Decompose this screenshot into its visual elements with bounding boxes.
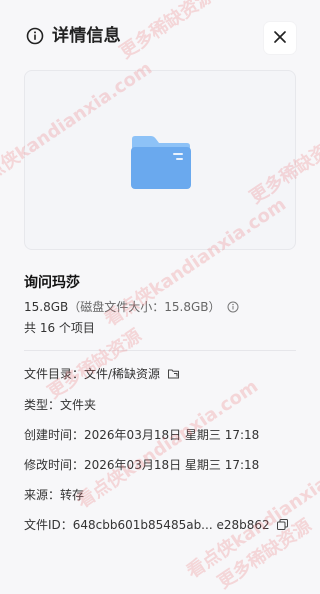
created-value: 2026年03月18日 星期三 17:18 (84, 428, 260, 442)
item-name: 询问玛莎 (24, 275, 80, 291)
open-location-icon[interactable] (166, 367, 180, 381)
directory-row: 文件目录： 文件/稀缺资源 (24, 365, 180, 382)
fileid-label: 文件ID： (24, 518, 73, 532)
type-value: 文件夹 (60, 398, 97, 412)
source-value: 转存 (60, 488, 85, 502)
created-label: 创建时间： (24, 428, 85, 442)
item-count: 共 16 个项目 (24, 321, 95, 335)
modified-row: 修改时间： 2026年03月18日 星期三 17:18 (24, 456, 259, 473)
fileid-row: 文件ID： 648cbb601b85485ab... e28b862 (24, 516, 290, 533)
type-row: 类型： 文件夹 (24, 396, 96, 413)
panel-title: 详情信息 (52, 26, 121, 46)
divider (24, 350, 296, 351)
directory-label: 文件目录： (24, 367, 85, 381)
directory-value[interactable]: 文件/稀缺资源 (84, 365, 160, 382)
type-label: 类型： (24, 398, 61, 412)
source-row: 来源： 转存 (24, 486, 84, 503)
details-panel: 详情信息 询问玛莎 15.8GB （磁盘文件大小：15.8GB） 共 16 个项… (0, 0, 320, 593)
source-label: 来源： (24, 488, 61, 502)
created-row: 创建时间： 2026年03月18日 星期三 17:18 (24, 426, 259, 443)
modified-value: 2026年03月18日 星期三 17:18 (84, 458, 260, 472)
copy-icon[interactable] (276, 518, 290, 532)
watermark: 看点侠kandianxia.com (73, 375, 262, 513)
size-row: 15.8GB （磁盘文件大小：15.8GB） (24, 298, 240, 315)
folder-icon (129, 133, 193, 191)
panel-header: 详情信息 (0, 0, 320, 72)
info-circle-icon[interactable] (227, 300, 240, 313)
close-button[interactable] (264, 22, 296, 54)
fileid-value: 648cbb601b85485ab... e28b862 (72, 517, 270, 532)
disk-size: （磁盘文件大小：15.8GB） (68, 300, 221, 314)
info-circle-icon (25, 26, 45, 46)
item-size: 15.8GB (24, 299, 69, 314)
close-icon (273, 29, 287, 48)
modified-label: 修改时间： (24, 458, 85, 472)
file-preview (24, 70, 296, 250)
